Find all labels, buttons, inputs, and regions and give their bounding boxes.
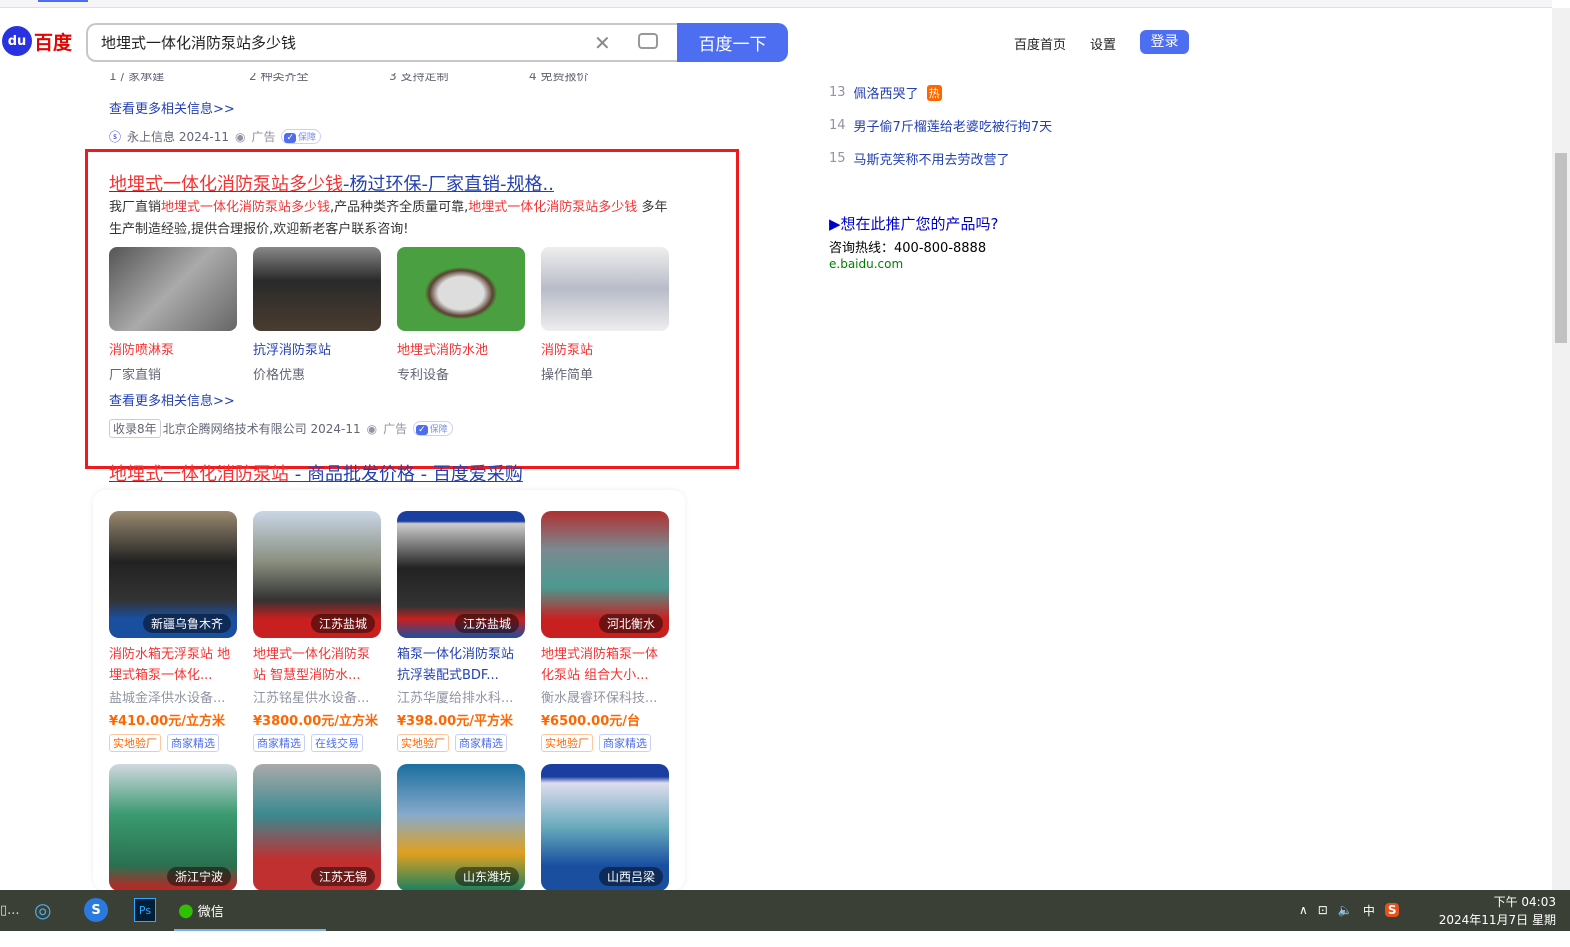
product-card[interactable]: 河北衡水 地埋式消防箱泵一体化泵站 组合大小... 衡水晟睿环保科技... ¥6… xyxy=(541,511,669,752)
hot-item[interactable]: 13 佩洛西哭了热 xyxy=(829,83,1052,102)
aicaigou-title[interactable]: 地埋式一体化消防泵站 - 商品批发价格 - 百度爱采购 xyxy=(109,460,523,486)
product-image[interactable] xyxy=(109,247,237,331)
ad-result-title[interactable]: 地埋式一体化消防泵站多少钱-杨过环保-厂家直销-规格.. xyxy=(109,170,554,196)
image-card[interactable]: 消防泵站 操作简单 xyxy=(541,247,669,383)
product-image[interactable] xyxy=(397,247,525,331)
product-image[interactable]: 山西吕梁 xyxy=(541,764,669,890)
image-card[interactable]: 抗浮消防泵站 价格优惠 xyxy=(253,247,381,383)
product-image[interactable]: 江苏无锡 xyxy=(253,764,381,890)
search-button[interactable]: 百度一下 xyxy=(677,23,788,62)
product-card[interactable]: 江苏盐城 地埋式一体化消防泵站 智慧型消防水... 江苏铭星供水设备... ¥3… xyxy=(253,511,381,752)
ime-indicator[interactable]: 中 xyxy=(1363,902,1375,919)
volume-icon[interactable]: 🔈 xyxy=(1338,903,1353,917)
source-logo-icon: ⓢ xyxy=(109,130,122,144)
guarantee-badge[interactable]: 保障 xyxy=(413,421,453,436)
scrollbar-thumb[interactable] xyxy=(1555,153,1567,343)
dropdown-icon[interactable]: ◉ xyxy=(235,130,245,144)
image-card[interactable]: 消防喷淋泵 厂家直销 xyxy=(109,247,237,383)
ad-result-meta: 收录8年 北京企腾网络技术有限公司 2024-11 ◉ 广告 保障 xyxy=(109,419,453,438)
product-image[interactable]: 江苏盐城 xyxy=(397,511,525,638)
search-input[interactable]: 地埋式一体化消防泵站多少钱 xyxy=(86,23,678,62)
product-image[interactable] xyxy=(541,247,669,331)
paw-icon: du xyxy=(2,26,32,56)
chevron-up-icon[interactable]: ∧ xyxy=(1299,903,1308,917)
image-card[interactable]: 地埋式消防水池 专利设备 xyxy=(397,247,525,383)
hot-item[interactable]: 14 男子偷7斤榴莲给老婆吃被行拘7天 xyxy=(829,116,1052,135)
clock[interactable]: 下午 04:03 2024年11月7日 星期四 xyxy=(1430,893,1556,947)
product-image[interactable]: 新疆乌鲁木齐 xyxy=(109,511,237,638)
guarantee-badge[interactable]: 保障 xyxy=(281,129,322,144)
clear-icon[interactable]: ✕ xyxy=(594,31,611,55)
wechat-taskbar-button[interactable]: ● 微信 xyxy=(178,898,224,922)
browser-tab-strip xyxy=(0,0,1552,8)
login-button[interactable]: 登录 xyxy=(1140,30,1189,54)
baidu-logo[interactable]: du 百度 xyxy=(2,26,72,56)
product-card[interactable]: 新疆乌鲁木齐 消防水箱无浮泵站 地埋式箱泵一体化... 盐城金泽供水设备... … xyxy=(109,511,237,752)
scrollbar[interactable] xyxy=(1552,8,1570,890)
taskbar: ▯... ◎ S Ps ● 微信 ∧ ⊡ 🔈 中 S 下午 04:03 2024年11月7日… xyxy=(0,890,1570,945)
product-image[interactable]: 山东潍坊 xyxy=(397,764,525,890)
product-image[interactable]: 江苏盐城 xyxy=(253,511,381,638)
browser-icon[interactable]: ◎ xyxy=(34,898,51,922)
system-tray: ∧ ⊡ 🔈 中 S xyxy=(1299,898,1400,922)
product-image[interactable] xyxy=(253,247,381,331)
product-card[interactable]: 江苏盐城 箱泵一体化消防泵站抗浮装配式BDF... 江苏华厦给排水科... ¥3… xyxy=(397,511,525,752)
prev-result-meta: ⓢ 永上信息 2024-11 ◉ 广告 保障 xyxy=(109,128,322,145)
product-image[interactable]: 河北衡水 xyxy=(541,511,669,638)
more-info-link[interactable]: 查看更多相关信息>> xyxy=(109,390,235,409)
sogou-browser-icon[interactable]: S xyxy=(84,898,108,922)
prev-result-items: 1 / 家承建 2 种类齐全 3 支持定制 4 免费报价 xyxy=(109,73,589,83)
promo-url[interactable]: e.baidu.com xyxy=(829,257,903,271)
product-image[interactable]: 浙江宁波 xyxy=(109,764,237,890)
sogou-ime-icon[interactable]: S xyxy=(1384,903,1400,917)
ad-image-cards: 消防喷淋泵 厂家直销 抗浮消防泵站 价格优惠 地埋式消防水池 专利设备 消防泵站 操作简… xyxy=(109,247,669,383)
settings-link[interactable]: 设置 xyxy=(1090,34,1116,53)
baidu-home-link[interactable]: 百度首页 xyxy=(1014,34,1066,53)
promo-link[interactable]: ▶想在此推广您的产品吗? xyxy=(829,213,999,234)
ad-result-desc: 我厂直销地埋式一体化消防泵站多少钱,产品种类齐全质量可靠,地埋式一体化消防泵站多… xyxy=(109,200,668,237)
product-row-2: 浙江宁波 江苏无锡 山东潍坊 山西吕梁 xyxy=(109,764,669,890)
dropdown-icon[interactable]: ◉ xyxy=(367,422,377,436)
camera-icon[interactable] xyxy=(638,33,658,49)
wechat-icon: ● xyxy=(178,899,194,921)
promo-hotline: 咨询热线：400-800-8888 xyxy=(829,241,987,256)
hot-item[interactable]: 15 马斯克笑称不用去劳改营了 xyxy=(829,149,1052,168)
hot-badge: 热 xyxy=(926,84,942,101)
hot-list: 13 佩洛西哭了热 14 男子偷7斤榴莲给老婆吃被行拘7天 15 马斯克笑称不用去劳改… xyxy=(829,83,1052,168)
network-icon[interactable]: ⊡ xyxy=(1318,903,1328,917)
taskbar-app[interactable]: ▯... xyxy=(0,898,20,922)
photoshop-icon[interactable]: Ps xyxy=(134,898,156,922)
more-info-link[interactable]: 查看更多相关信息>> xyxy=(109,98,235,117)
